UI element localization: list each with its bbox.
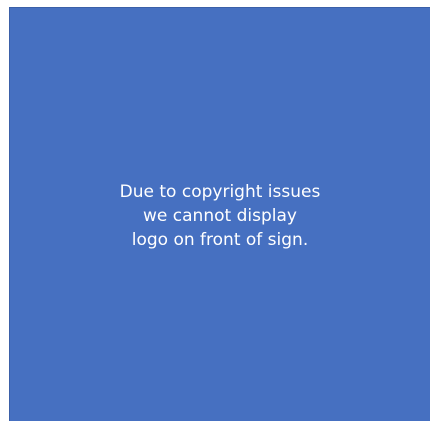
- copyright-notice: Due to copyright issues we cannot displa…: [120, 180, 321, 252]
- page: Due to copyright issues we cannot displa…: [0, 0, 430, 429]
- notice-line-2: we cannot display: [143, 205, 297, 226]
- sign-front-panel: Due to copyright issues we cannot displa…: [9, 7, 430, 421]
- notice-line-3: logo on front of sign.: [131, 229, 309, 250]
- notice-line-1: Due to copyright issues: [119, 181, 321, 202]
